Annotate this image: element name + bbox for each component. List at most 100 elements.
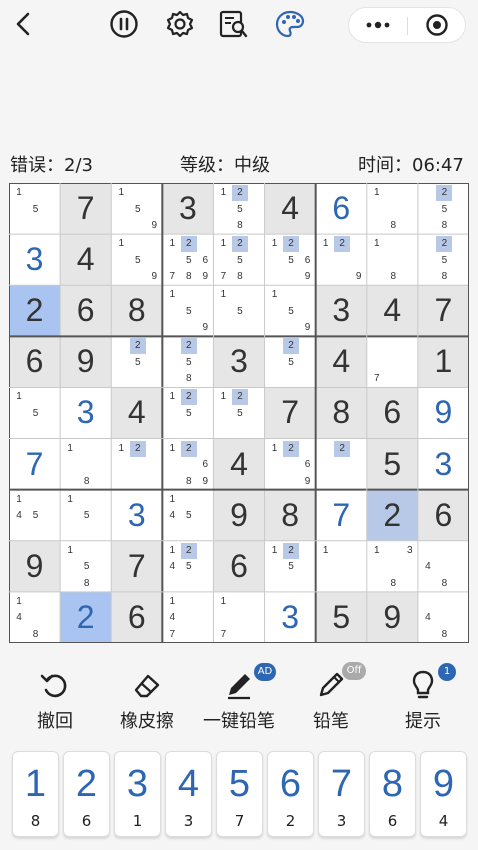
cell-r3c3[interactable]: 8	[111, 285, 163, 337]
cell-r2c3[interactable]: 159	[111, 234, 163, 286]
cell-r2c8[interactable]: 18	[366, 234, 418, 286]
cell-r7c2[interactable]: 15	[60, 489, 112, 541]
cell-r2c6[interactable]: 1256 9	[264, 234, 316, 286]
number-key-2[interactable]: 26	[63, 751, 110, 837]
cell-r5c5[interactable]: 125	[213, 387, 265, 439]
cell-r3c7[interactable]: 3	[315, 285, 367, 337]
cell-r6c7[interactable]: 2	[315, 438, 367, 490]
number-key-7[interactable]: 73	[318, 751, 365, 837]
cell-r6c6[interactable]: 126 9	[264, 438, 316, 490]
cell-r6c5[interactable]: 4	[213, 438, 265, 490]
cell-r7c3[interactable]: 3	[111, 489, 163, 541]
cell-r4c7[interactable]: 4	[315, 336, 367, 388]
cell-r3c6[interactable]: 159	[264, 285, 316, 337]
cell-r7c9[interactable]: 6	[417, 489, 469, 541]
cell-r7c7[interactable]: 7	[315, 489, 367, 541]
cell-r7c4[interactable]: 1 45	[162, 489, 214, 541]
cell-r8c2[interactable]: 15 8	[60, 540, 112, 592]
cell-r2c7[interactable]: 12 9	[315, 234, 367, 286]
cell-r3c9[interactable]: 7	[417, 285, 469, 337]
number-key-4[interactable]: 43	[165, 751, 212, 837]
number-key-9[interactable]: 94	[420, 751, 467, 837]
cell-r7c5[interactable]: 9	[213, 489, 265, 541]
number-key-3[interactable]: 31	[114, 751, 161, 837]
cell-r4c1[interactable]: 6	[9, 336, 61, 388]
cell-r3c1[interactable]: 2	[9, 285, 61, 337]
cell-r8c1[interactable]: 9	[9, 540, 61, 592]
cell-r5c6[interactable]: 7	[264, 387, 316, 439]
cell-r3c5[interactable]: 15	[213, 285, 265, 337]
cell-r5c3[interactable]: 4	[111, 387, 163, 439]
number-key-1[interactable]: 18	[12, 751, 59, 837]
cell-r1c5[interactable]: 12 5 8	[213, 183, 265, 235]
cell-r7c6[interactable]: 8	[264, 489, 316, 541]
cell-r8c6[interactable]: 12 5	[264, 540, 316, 592]
pause-button[interactable]	[106, 6, 142, 42]
cell-r7c1[interactable]: 1 45	[9, 489, 61, 541]
cell-r3c4[interactable]: 159	[162, 285, 214, 337]
cell-r8c8[interactable]: 1 3 8	[366, 540, 418, 592]
close-mini-program-button[interactable]	[408, 8, 466, 42]
cell-r3c8[interactable]: 4	[366, 285, 418, 337]
cell-r8c3[interactable]: 7	[111, 540, 163, 592]
tool-auto-pencil[interactable]: 一键铅笔 AD	[194, 663, 284, 735]
cell-r8c9[interactable]: 48	[417, 540, 469, 592]
cell-r2c9[interactable]: 25 8	[417, 234, 469, 286]
cell-r6c3[interactable]: 12	[111, 438, 163, 490]
cell-r8c4[interactable]: 1245	[162, 540, 214, 592]
theme-button[interactable]	[272, 6, 308, 42]
cell-r6c9[interactable]: 3	[417, 438, 469, 490]
cell-r2c1[interactable]: 3	[9, 234, 61, 286]
number-key-5[interactable]: 57	[216, 751, 263, 837]
cell-r4c8[interactable]: 7	[366, 336, 418, 388]
cell-r1c4[interactable]: 3	[162, 183, 214, 235]
cell-r2c5[interactable]: 12578	[213, 234, 265, 286]
cell-r6c8[interactable]: 5	[366, 438, 418, 490]
cell-r2c4[interactable]: 1256 789	[162, 234, 214, 286]
cell-r1c2[interactable]: 7	[60, 183, 112, 235]
cell-r5c7[interactable]: 8	[315, 387, 367, 439]
tool-pencil[interactable]: 铅笔 Off	[286, 662, 376, 735]
cell-r9c4[interactable]: 1 4 7	[162, 591, 214, 643]
back-button[interactable]	[6, 6, 42, 42]
cell-r4c5[interactable]: 3	[213, 336, 265, 388]
tool-lightbulb[interactable]: 提示 1	[378, 663, 468, 735]
cell-r9c9[interactable]: 48	[417, 591, 469, 643]
cell-r1c6[interactable]: 4	[264, 183, 316, 235]
cell-r6c4[interactable]: 12689	[162, 438, 214, 490]
cell-r5c1[interactable]: 15	[9, 387, 61, 439]
number-key-8[interactable]: 86	[369, 751, 416, 837]
more-button[interactable]	[349, 8, 407, 42]
tool-undo[interactable]: 撤回	[10, 665, 100, 735]
cell-r5c2[interactable]: 3	[60, 387, 112, 439]
cell-r4c2[interactable]: 9	[60, 336, 112, 388]
cell-r9c2[interactable]: 2	[60, 591, 112, 643]
tool-eraser[interactable]: 橡皮擦	[102, 665, 192, 735]
cell-r9c5[interactable]: 17	[213, 591, 265, 643]
cell-r8c7[interactable]: 1	[315, 540, 367, 592]
records-button[interactable]	[216, 6, 252, 42]
cell-r1c3[interactable]: 159	[111, 183, 163, 235]
cell-r4c3[interactable]: 25	[111, 336, 163, 388]
cell-r2c2[interactable]: 4	[60, 234, 112, 286]
cell-r9c7[interactable]: 5	[315, 591, 367, 643]
cell-r6c1[interactable]: 7	[9, 438, 61, 490]
cell-r1c8[interactable]: 18	[366, 183, 418, 235]
cell-r4c6[interactable]: 25	[264, 336, 316, 388]
cell-r8c5[interactable]: 6	[213, 540, 265, 592]
cell-r5c8[interactable]: 6	[366, 387, 418, 439]
cell-r4c4[interactable]: 25 8	[162, 336, 214, 388]
cell-r9c8[interactable]: 9	[366, 591, 418, 643]
cell-r5c4[interactable]: 125	[162, 387, 214, 439]
cell-r9c3[interactable]: 6	[111, 591, 163, 643]
number-key-6[interactable]: 62	[267, 751, 314, 837]
cell-r1c7[interactable]: 6	[315, 183, 367, 235]
cell-r7c8[interactable]: 2	[366, 489, 418, 541]
cell-r9c6[interactable]: 3	[264, 591, 316, 643]
cell-r9c1[interactable]: 1 48	[9, 591, 61, 643]
cell-r1c9[interactable]: 2 5 8	[417, 183, 469, 235]
cell-r5c9[interactable]: 9	[417, 387, 469, 439]
cell-r3c2[interactable]: 6	[60, 285, 112, 337]
cell-r1c1[interactable]: 15	[9, 183, 61, 235]
settings-button[interactable]	[162, 6, 198, 42]
